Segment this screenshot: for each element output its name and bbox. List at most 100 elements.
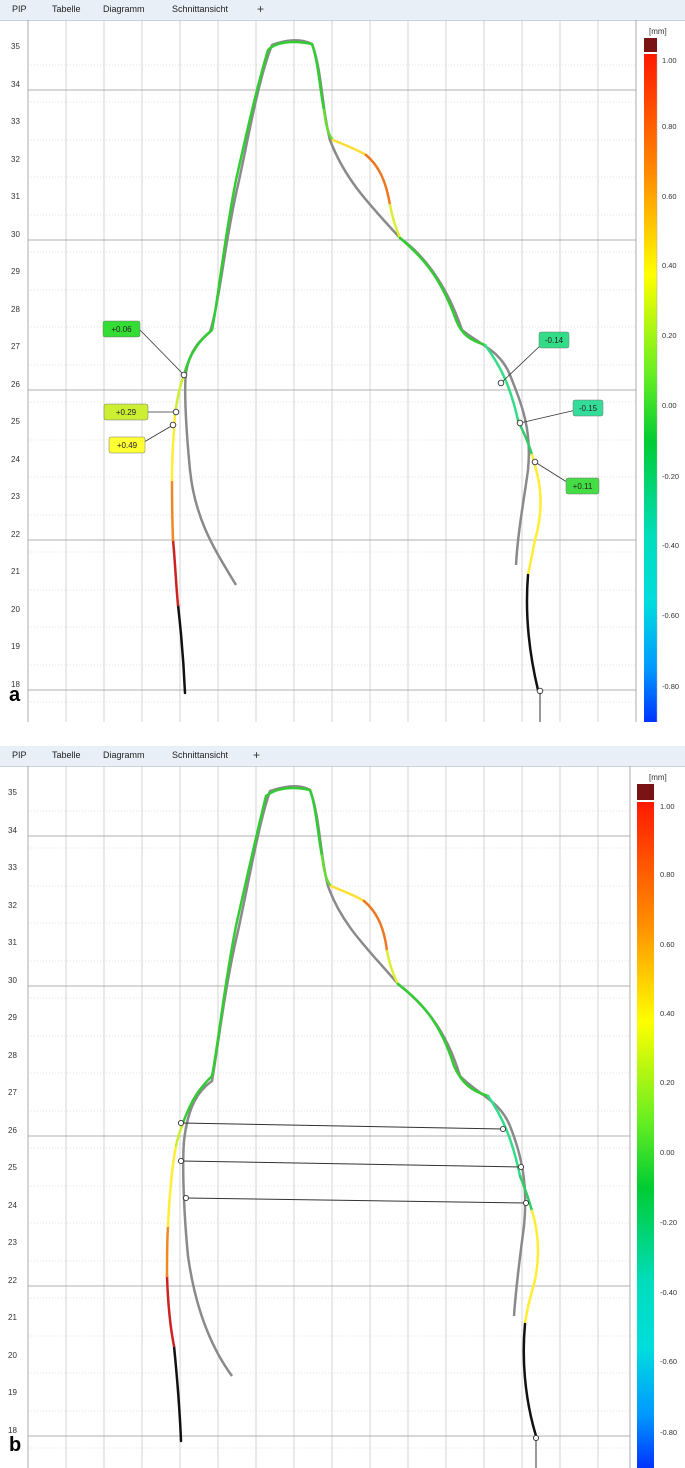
deviation-label[interactable]: +0.49 xyxy=(108,436,146,454)
color-bar-unit: [mm] xyxy=(649,773,667,782)
add-tab-button[interactable]: + xyxy=(253,748,260,762)
y-tick: 35 xyxy=(8,788,17,797)
measure-line[interactable] xyxy=(185,1197,527,1204)
deviation-label[interactable]: -0.15 xyxy=(572,399,604,417)
color-bar-tick: -0.60 xyxy=(662,611,679,620)
y-tick: 25 xyxy=(11,417,20,426)
y-tick: 22 xyxy=(11,530,20,539)
measurement-points[interactable] xyxy=(177,1119,540,1442)
measure-lines xyxy=(180,1122,527,1204)
y-tick: 30 xyxy=(8,976,17,985)
y-tick: 31 xyxy=(8,938,17,947)
deviation-value: -0.14 xyxy=(545,336,564,345)
reference-contour xyxy=(183,39,531,586)
deviation-value: +0.29 xyxy=(116,408,137,417)
y-tick: 33 xyxy=(8,863,17,872)
cross-section-view-b: PIP Tabelle Diagramm Schnittansicht + 35… xyxy=(0,746,685,1468)
color-bar-tick: 0.20 xyxy=(660,1078,675,1087)
tab-bar: PIP Tabelle Diagramm Schnittansicht + xyxy=(0,0,685,21)
color-bar-tick: 0.60 xyxy=(660,940,675,949)
color-bar-tick: 0.80 xyxy=(662,122,677,131)
y-tick: 21 xyxy=(8,1313,17,1322)
y-tick: 28 xyxy=(8,1051,17,1060)
tab-bar: PIP Tabelle Diagramm Schnittansicht + xyxy=(0,746,685,767)
y-tick: 31 xyxy=(11,192,20,201)
color-bar-tick: -0.60 xyxy=(660,1357,677,1366)
color-bar-tick: 0.00 xyxy=(662,401,677,410)
y-tick: 27 xyxy=(8,1088,17,1097)
color-bar-tick: -0.20 xyxy=(660,1218,677,1227)
y-tick: 25 xyxy=(8,1163,17,1172)
color-bar-tick: -0.80 xyxy=(660,1428,677,1437)
y-tick: 35 xyxy=(11,42,20,51)
y-tick: 32 xyxy=(8,901,17,910)
tab-tabelle[interactable]: Tabelle xyxy=(52,4,81,14)
deviation-label[interactable]: +0.11 xyxy=(565,477,600,495)
color-bar-tick: 0.20 xyxy=(662,331,677,340)
reference-contour xyxy=(181,785,527,1377)
color-bar-tick: -0.40 xyxy=(660,1288,677,1297)
panel-label: b xyxy=(9,1434,22,1456)
deviation-label[interactable]: -0.14 xyxy=(538,331,570,349)
color-bar-tick: -0.40 xyxy=(662,541,679,550)
y-tick: 20 xyxy=(8,1351,17,1360)
y-axis: 35 34 33 32 31 30 29 28 27 26 25 24 23 2… xyxy=(11,42,20,689)
y-tick: 30 xyxy=(11,230,20,239)
y-tick: 19 xyxy=(11,642,20,651)
y-tick: 32 xyxy=(11,155,20,164)
y-tick: 23 xyxy=(8,1238,17,1247)
leader-lines xyxy=(138,329,577,485)
y-tick: 34 xyxy=(8,826,17,835)
color-bar-tick: -0.20 xyxy=(662,472,679,481)
y-tick: 27 xyxy=(11,342,20,351)
y-tick: 26 xyxy=(11,380,20,389)
tab-pip[interactable]: PIP xyxy=(12,750,27,760)
color-bar-tick: 1.00 xyxy=(662,56,677,65)
y-tick: 23 xyxy=(11,492,20,501)
y-tick: 29 xyxy=(8,1013,17,1022)
y-tick: 24 xyxy=(11,455,20,464)
grid xyxy=(27,20,637,722)
y-tick: 20 xyxy=(11,605,20,614)
tab-pip[interactable]: PIP xyxy=(12,4,27,14)
measure-line[interactable] xyxy=(180,1122,504,1130)
color-bar-unit: [mm] xyxy=(649,27,667,36)
y-tick: 21 xyxy=(11,567,20,576)
deviation-value: -0.15 xyxy=(579,404,598,413)
measure-line[interactable] xyxy=(180,1160,522,1168)
section-plot: 35 34 33 32 31 30 29 28 27 26 25 24 23 2… xyxy=(11,20,679,722)
color-bar-tick: 0.80 xyxy=(660,870,675,879)
add-tab-button[interactable]: + xyxy=(257,2,264,16)
tab-diagramm[interactable]: Diagramm xyxy=(103,4,145,14)
color-bar-tick: 0.00 xyxy=(660,1148,675,1157)
panel-label: a xyxy=(9,684,21,706)
tab-schnittansicht[interactable]: Schnittansicht xyxy=(172,4,228,14)
y-axis: 35 34 33 32 31 30 29 28 27 26 25 24 23 2… xyxy=(8,788,17,1435)
deviation-value: +0.49 xyxy=(117,441,138,450)
y-tick: 33 xyxy=(11,117,20,126)
section-plot: 35 34 33 32 31 30 29 28 27 26 25 24 23 2… xyxy=(8,766,677,1468)
y-tick: 22 xyxy=(8,1276,17,1285)
y-tick: 19 xyxy=(8,1388,17,1397)
tab-schnittansicht[interactable]: Schnittansicht xyxy=(172,750,228,760)
deviation-label[interactable]: +0.06 xyxy=(102,320,141,338)
color-bar: [mm] 1.00 0.80 0.60 0.40 0.20 0.00 -0.20… xyxy=(644,27,679,722)
y-tick: 26 xyxy=(8,1126,17,1135)
deviation-contour xyxy=(170,40,542,695)
color-bar-tick: -0.80 xyxy=(662,682,679,691)
measurement-points[interactable] xyxy=(169,371,544,695)
deviation-label[interactable]: +0.29 xyxy=(103,403,149,421)
color-bar-tick: 0.60 xyxy=(662,192,677,201)
cross-section-view-a: PIP Tabelle Diagramm Schnittansicht + 35… xyxy=(0,0,685,722)
y-tick: 34 xyxy=(11,80,20,89)
y-tick: 29 xyxy=(11,267,20,276)
grid xyxy=(27,766,631,1468)
deviation-value: +0.11 xyxy=(573,482,593,491)
color-bar-tick: 0.40 xyxy=(660,1009,675,1018)
deviation-value: +0.06 xyxy=(111,325,132,334)
color-bar: [mm] 1.00 0.80 0.60 0.40 0.20 0.00 -0.20… xyxy=(637,773,677,1468)
tab-tabelle[interactable]: Tabelle xyxy=(52,750,81,760)
tab-diagramm[interactable]: Diagramm xyxy=(103,750,145,760)
color-bar-tick: 1.00 xyxy=(660,802,675,811)
y-tick: 24 xyxy=(8,1201,17,1210)
